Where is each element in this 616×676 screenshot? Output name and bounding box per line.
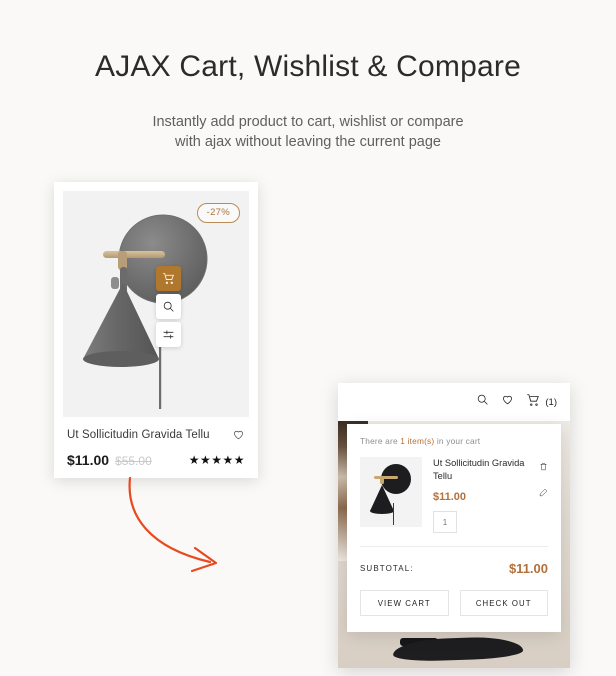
- search-icon: [478, 394, 489, 405]
- heart-icon: [503, 395, 513, 405]
- subtitle-line-1: Instantly add product to cart, wishlist …: [152, 114, 464, 130]
- rating-stars: ★★★★★: [188, 453, 245, 467]
- add-to-cart-button[interactable]: [156, 266, 181, 291]
- subtotal-label: SUBTOTAL:: [360, 564, 414, 573]
- wall-lamp-thumbnail-icon: [370, 464, 411, 525]
- original-price: $55.00: [115, 454, 152, 468]
- price-group: $11.00 $55.00: [67, 452, 152, 468]
- product-title-row: Ut Sollicitudin Gravida Tellu: [67, 428, 245, 441]
- cart-line-item: Ut Sollicitudin Gravida Tellu $11.00 1: [360, 457, 548, 533]
- headings-block: AJAX Cart, Wishlist & Compare Instantly …: [0, 0, 616, 152]
- discount-badge: -27%: [196, 203, 240, 223]
- page-subtitle: Instantly add product to cart, wishlist …: [0, 82, 616, 152]
- subtitle-line-2: with ajax without leaving the current pa…: [175, 134, 441, 150]
- remove-item-button[interactable]: [539, 458, 548, 476]
- cart-item-tools: [539, 458, 548, 502]
- edit-item-button[interactable]: [539, 484, 548, 502]
- divider: [360, 546, 548, 547]
- quick-view-button[interactable]: [156, 294, 181, 319]
- mockup-top-bar: (1): [338, 383, 570, 421]
- cart-note-suffix: in your cart: [434, 436, 481, 446]
- page-root: AJAX Cart, Wishlist & Compare Instantly …: [0, 0, 616, 676]
- cart-item-quantity-input[interactable]: 1: [433, 511, 457, 533]
- sliders-icon: [163, 330, 174, 339]
- subtotal-row: SUBTOTAL: $11.00: [360, 561, 548, 576]
- product-card[interactable]: -27% Ut Sollicitudin Gravida Tellu $11.0…: [54, 182, 258, 478]
- cart-actions: VIEW CART CHECK OUT: [360, 590, 548, 616]
- cart-item-details: Ut Sollicitudin Gravida Tellu $11.00 1: [422, 457, 548, 533]
- cart-item-price: $11.00: [433, 491, 467, 503]
- product-info: Ut Sollicitudin Gravida Tellu $11.00 $55…: [67, 428, 245, 469]
- product-price-row: $11.00 $55.00 ★★★★★: [67, 452, 245, 468]
- cart-icon: [527, 393, 540, 406]
- curved-arrow-icon: [128, 476, 218, 573]
- cart-item-count: (1): [545, 396, 557, 408]
- view-cart-button[interactable]: VIEW CART: [360, 590, 449, 616]
- cart-mockup-panel: (1) There are 1 item(s) in your cart Ut …: [338, 383, 570, 668]
- current-price: $11.00: [67, 452, 110, 468]
- search-icon: [163, 301, 174, 312]
- page-title: AJAX Cart, Wishlist & Compare: [95, 50, 521, 83]
- compare-button[interactable]: [156, 322, 181, 347]
- product-image: -27%: [63, 191, 249, 417]
- cart-note-prefix: There are: [360, 436, 401, 446]
- cart-item-thumbnail[interactable]: [360, 457, 422, 527]
- cart-item-name: Ut Sollicitudin Gravida Tellu: [433, 458, 525, 481]
- header-wishlist-button[interactable]: [501, 393, 514, 411]
- header-cart-button[interactable]: [526, 393, 540, 412]
- cart-dropdown: There are 1 item(s) in your cart Ut Soll…: [347, 424, 561, 632]
- pencil-icon: [539, 488, 548, 497]
- product-action-buttons: [156, 266, 181, 347]
- heart-icon: [234, 430, 243, 440]
- checkout-button[interactable]: CHECK OUT: [459, 590, 548, 616]
- cart-note-highlight: 1 item(s): [400, 436, 435, 446]
- wishlist-button[interactable]: [232, 428, 245, 441]
- header-search-button[interactable]: [476, 393, 489, 411]
- subtotal-value: $11.00: [508, 561, 548, 576]
- trash-icon: [540, 463, 547, 471]
- cart-note: There are 1 item(s) in your cart: [360, 436, 548, 446]
- product-name: Ut Sollicitudin Gravida Tellu: [67, 428, 210, 441]
- cart-icon: [163, 273, 174, 284]
